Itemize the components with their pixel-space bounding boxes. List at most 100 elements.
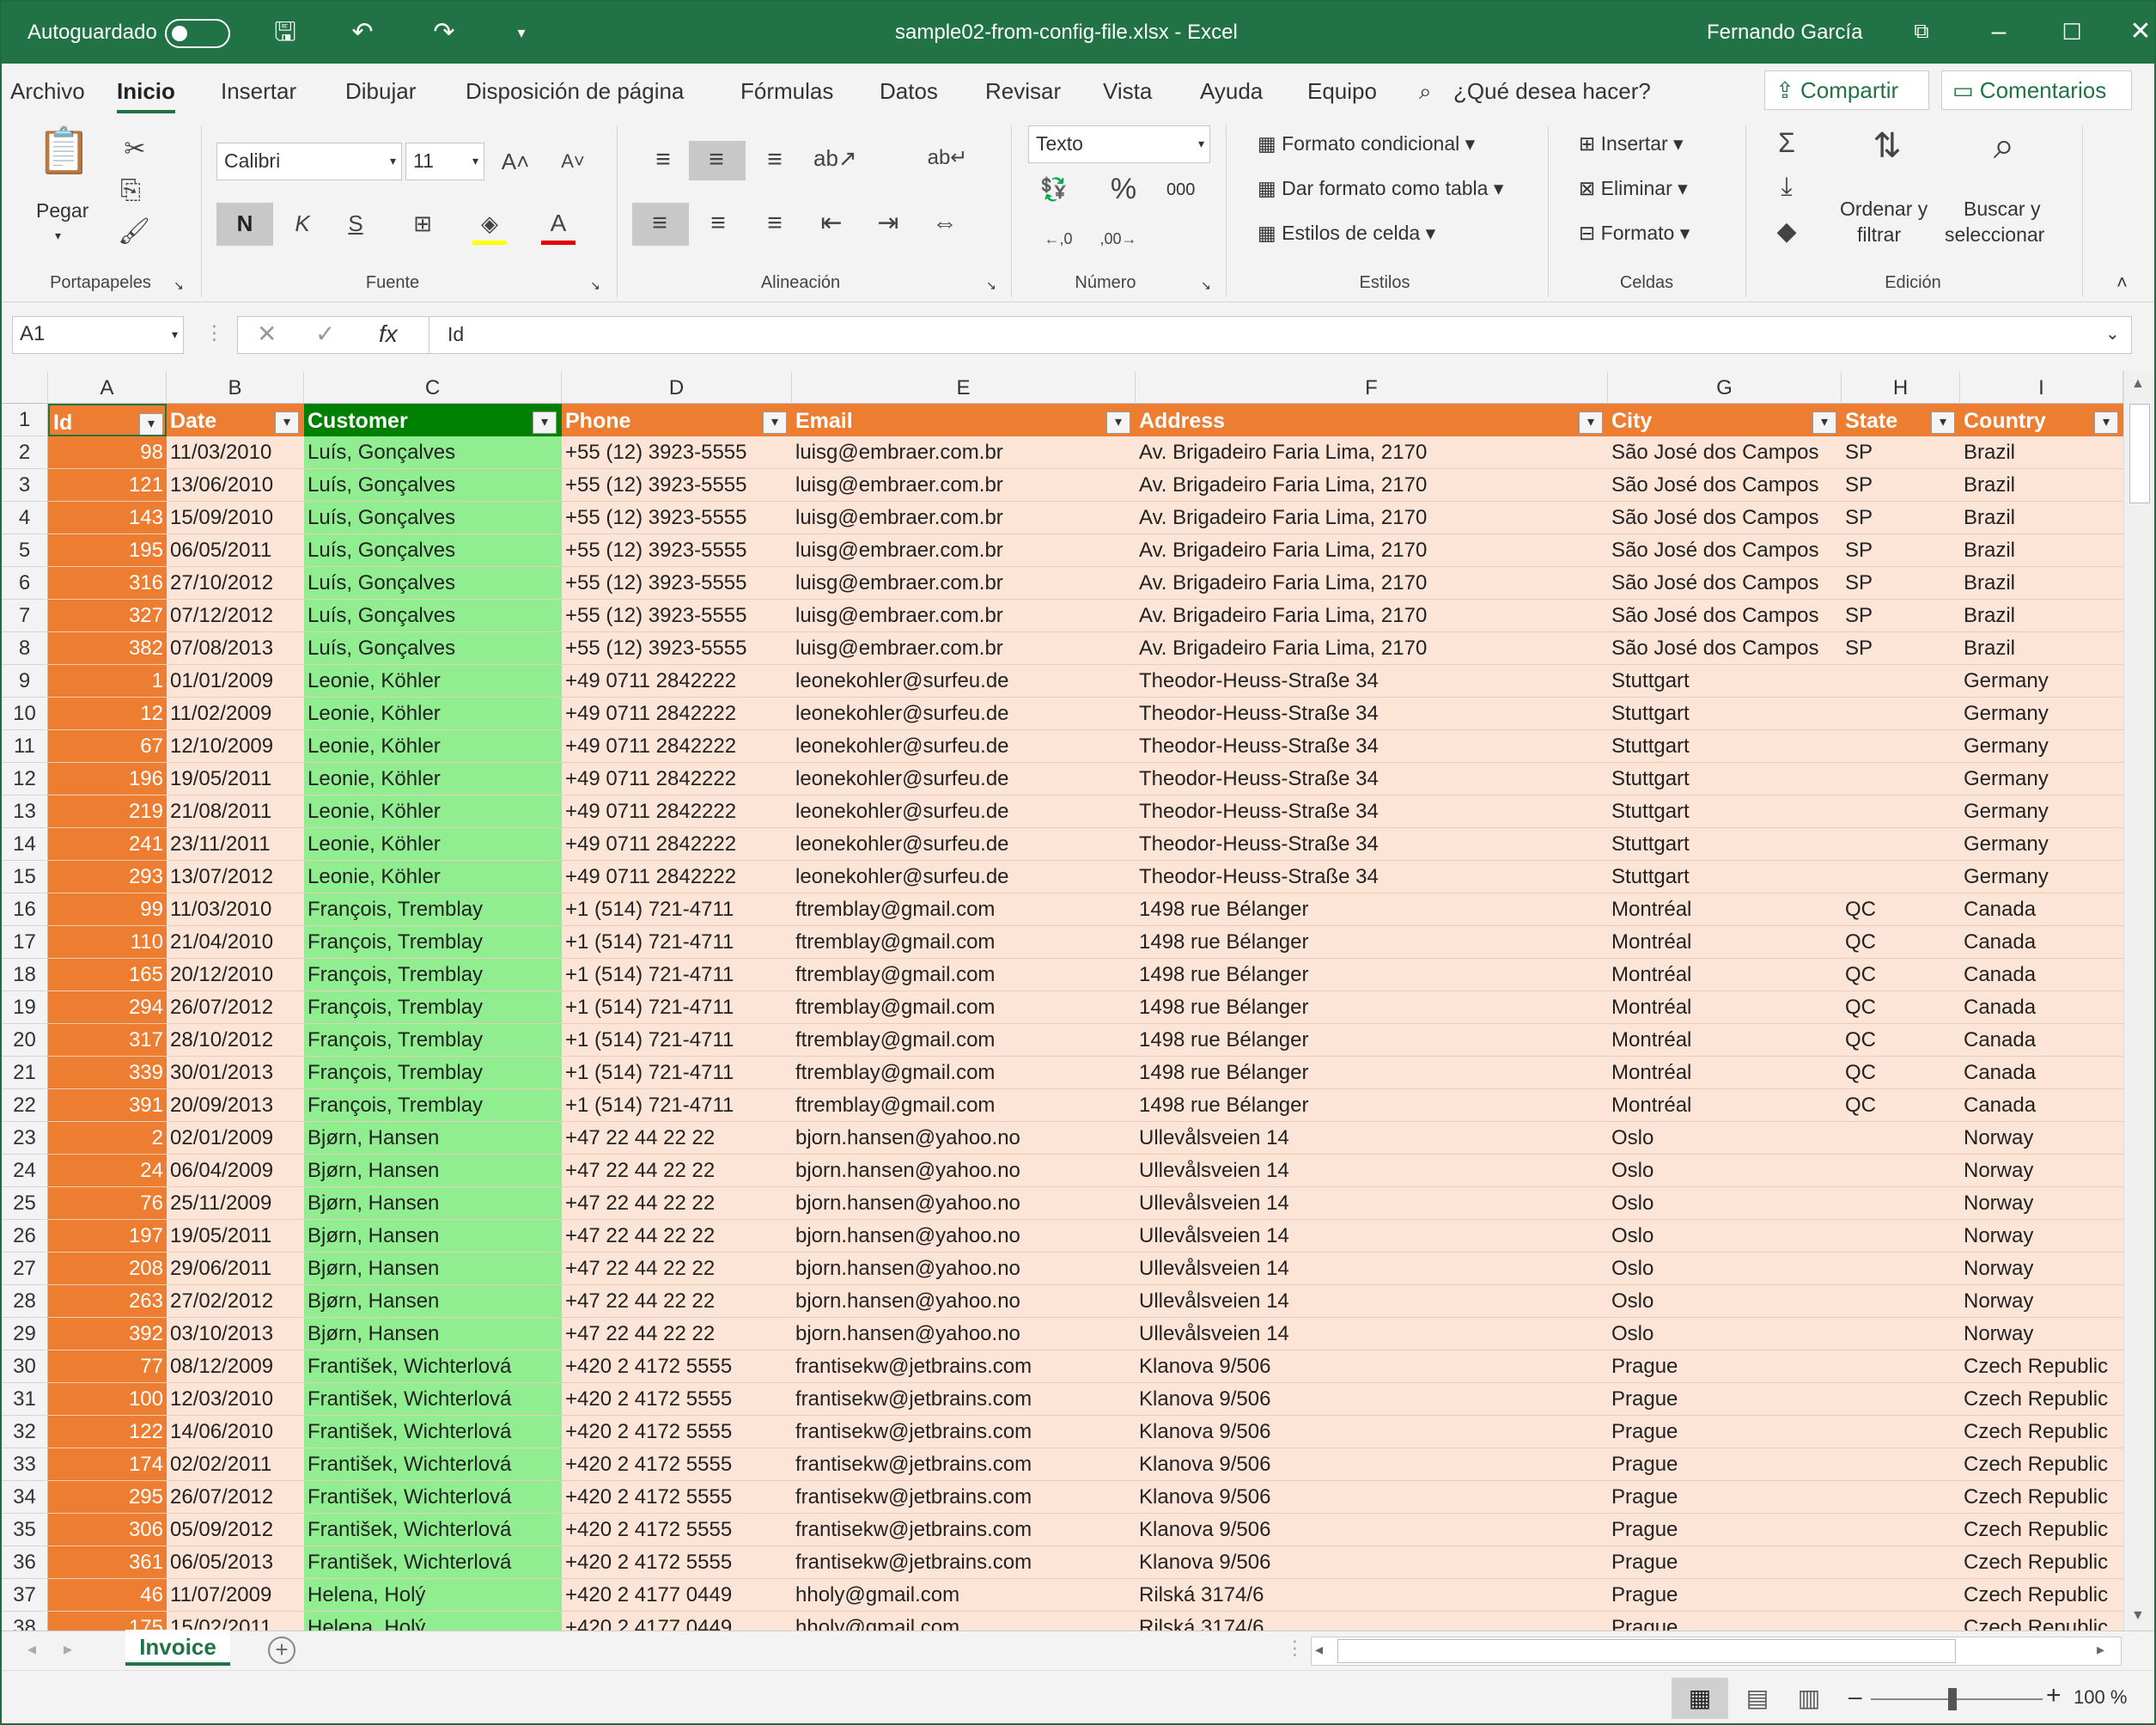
filter-dropdown-icon[interactable]: ▾ <box>1812 411 1836 434</box>
font-name-combo[interactable]: Calibri ▾ <box>216 143 402 180</box>
table-cell[interactable]: Av. Brigadeiro Faria Lima, 2170 <box>1136 567 1608 600</box>
table-cell[interactable]: +1 (514) 721-4711 <box>562 893 792 926</box>
align-bottom-icon[interactable]: ≡ <box>756 143 794 177</box>
row-header[interactable]: 24 <box>2 1155 48 1187</box>
column-header-i[interactable]: I <box>1960 371 2123 404</box>
table-cell[interactable]: +420 2 4177 0449 <box>562 1612 792 1631</box>
table-cell[interactable]: Bjørn, Hansen <box>304 1122 562 1155</box>
scroll-up-icon[interactable]: ▲ <box>2131 376 2145 392</box>
table-cell[interactable]: 99 <box>48 893 167 926</box>
save-icon[interactable]: 🖫 <box>268 15 302 50</box>
table-header-phone[interactable]: Phone ▾ <box>562 404 792 436</box>
table-cell[interactable]: Germany <box>1960 763 2123 795</box>
table-cell[interactable]: Czech Republic <box>1960 1612 2123 1631</box>
table-cell[interactable]: Prague <box>1608 1448 1842 1481</box>
close-icon[interactable]: ✕ <box>2119 10 2154 53</box>
table-cell[interactable]: Norway <box>1960 1220 2123 1253</box>
table-cell[interactable]: leonekohler@surfeu.de <box>792 698 1136 730</box>
row-header[interactable]: 14 <box>2 828 48 861</box>
table-cell[interactable] <box>1842 1383 1960 1416</box>
row-header[interactable]: 28 <box>2 1285 48 1318</box>
table-cell[interactable]: Luís, Gonçalves <box>304 469 562 502</box>
table-cell[interactable]: 29/06/2011 <box>167 1253 304 1285</box>
row-header[interactable]: 19 <box>2 991 48 1024</box>
conditional-format-button[interactable]: ▦ Formato condicional ▾ <box>1258 132 1475 155</box>
table-cell[interactable]: São José dos Campos <box>1608 534 1842 567</box>
table-cell[interactable] <box>1842 1612 1960 1631</box>
table-cell[interactable]: +1 (514) 721-4711 <box>562 1024 792 1057</box>
table-cell[interactable]: São José dos Campos <box>1608 502 1842 534</box>
fill-icon[interactable]: ⤓ <box>1769 170 1804 204</box>
table-cell[interactable]: 06/05/2011 <box>167 534 304 567</box>
table-cell[interactable]: +55 (12) 3923-5555 <box>562 600 792 632</box>
table-cell[interactable]: Bjørn, Hansen <box>304 1187 562 1220</box>
paste-dropdown-icon[interactable]: ▾ <box>55 229 61 243</box>
table-cell[interactable]: Canada <box>1960 1057 2123 1089</box>
italic-button[interactable]: K <box>285 206 320 241</box>
table-cell[interactable]: 11/07/2009 <box>167 1579 304 1612</box>
table-cell[interactable]: Czech Republic <box>1960 1514 2123 1546</box>
table-cell[interactable]: 20/12/2010 <box>167 959 304 991</box>
collapse-ribbon-icon[interactable]: ˄ <box>2116 271 2128 294</box>
table-cell[interactable] <box>1842 1350 1960 1383</box>
table-header-customer[interactable]: Customer ▾ <box>304 404 562 436</box>
row-header[interactable]: 34 <box>2 1481 48 1514</box>
table-cell[interactable]: 26/07/2012 <box>167 1481 304 1514</box>
table-cell[interactable]: Klanova 9/506 <box>1136 1383 1608 1416</box>
table-cell[interactable]: 07/12/2012 <box>167 600 304 632</box>
table-cell[interactable]: Canada <box>1960 991 2123 1024</box>
tab-insertar[interactable]: Insertar <box>221 74 296 108</box>
row-header[interactable]: 1 <box>2 404 48 436</box>
shrink-font-icon[interactable]: A˅ <box>556 144 590 179</box>
table-cell[interactable] <box>1842 1220 1960 1253</box>
table-cell[interactable]: Theodor-Heuss-Straße 34 <box>1136 698 1608 730</box>
table-cell[interactable]: Ullevålsveien 14 <box>1136 1285 1608 1318</box>
table-cell[interactable]: Germany <box>1960 698 2123 730</box>
table-cell[interactable]: +49 0711 2842222 <box>562 763 792 795</box>
table-cell[interactable]: 14/06/2010 <box>167 1416 304 1448</box>
table-cell[interactable]: +49 0711 2842222 <box>562 730 792 763</box>
row-header[interactable]: 7 <box>2 600 48 632</box>
table-cell[interactable]: František, Wichterlová <box>304 1416 562 1448</box>
table-cell[interactable]: Montréal <box>1608 926 1842 959</box>
next-sheet-icon[interactable]: ▸ <box>64 1638 72 1660</box>
table-cell[interactable]: 241 <box>48 828 167 861</box>
font-color-icon[interactable]: A <box>541 206 576 245</box>
table-cell[interactable]: 219 <box>48 795 167 828</box>
align-middle-button[interactable]: ≡ <box>689 141 746 180</box>
table-cell[interactable]: Montréal <box>1608 893 1842 926</box>
redo-icon[interactable]: ↷ <box>427 15 461 50</box>
tab-equipo[interactable]: Equipo <box>1307 74 1377 108</box>
table-cell[interactable]: Leonie, Köhler <box>304 698 562 730</box>
table-cell[interactable]: 1498 rue Bélanger <box>1136 959 1608 991</box>
paste-label[interactable]: Pegar <box>36 199 88 222</box>
table-cell[interactable]: Germany <box>1960 730 2123 763</box>
percent-icon[interactable]: % <box>1106 172 1141 206</box>
table-cell[interactable]: +1 (514) 721-4711 <box>562 991 792 1024</box>
table-cell[interactable]: Oslo <box>1608 1285 1842 1318</box>
table-cell[interactable]: Luís, Gonçalves <box>304 502 562 534</box>
table-cell[interactable] <box>1842 861 1960 893</box>
table-cell[interactable]: 1498 rue Bélanger <box>1136 1024 1608 1057</box>
table-cell[interactable]: Rilská 3174/6 <box>1136 1612 1608 1631</box>
table-cell[interactable]: Germany <box>1960 828 2123 861</box>
font-launcher-icon[interactable]: ↘ <box>590 278 600 293</box>
table-cell[interactable]: Klanova 9/506 <box>1136 1546 1608 1579</box>
tab-dibujar[interactable]: Dibujar <box>345 74 416 108</box>
table-cell[interactable]: +420 2 4172 5555 <box>562 1416 792 1448</box>
table-cell[interactable] <box>1842 1318 1960 1350</box>
table-cell[interactable] <box>1842 1546 1960 1579</box>
table-cell[interactable]: luisg@embraer.com.br <box>792 632 1136 665</box>
table-cell[interactable] <box>1842 1514 1960 1546</box>
table-cell[interactable] <box>1842 795 1960 828</box>
table-cell[interactable]: Klanova 9/506 <box>1136 1514 1608 1546</box>
tell-me-search[interactable]: ¿Qué desea hacer? <box>1453 74 1651 108</box>
table-cell[interactable]: Norway <box>1960 1285 2123 1318</box>
grow-font-icon[interactable]: A˄ <box>498 144 533 179</box>
table-cell[interactable]: Stuttgart <box>1608 698 1842 730</box>
alignment-launcher-icon[interactable]: ↘ <box>986 278 996 293</box>
table-cell[interactable]: frantisekw@jetbrains.com <box>792 1350 1136 1383</box>
table-cell[interactable]: bjorn.hansen@yahoo.no <box>792 1187 1136 1220</box>
table-cell[interactable]: Theodor-Heuss-Straße 34 <box>1136 828 1608 861</box>
table-cell[interactable]: Ullevålsveien 14 <box>1136 1122 1608 1155</box>
